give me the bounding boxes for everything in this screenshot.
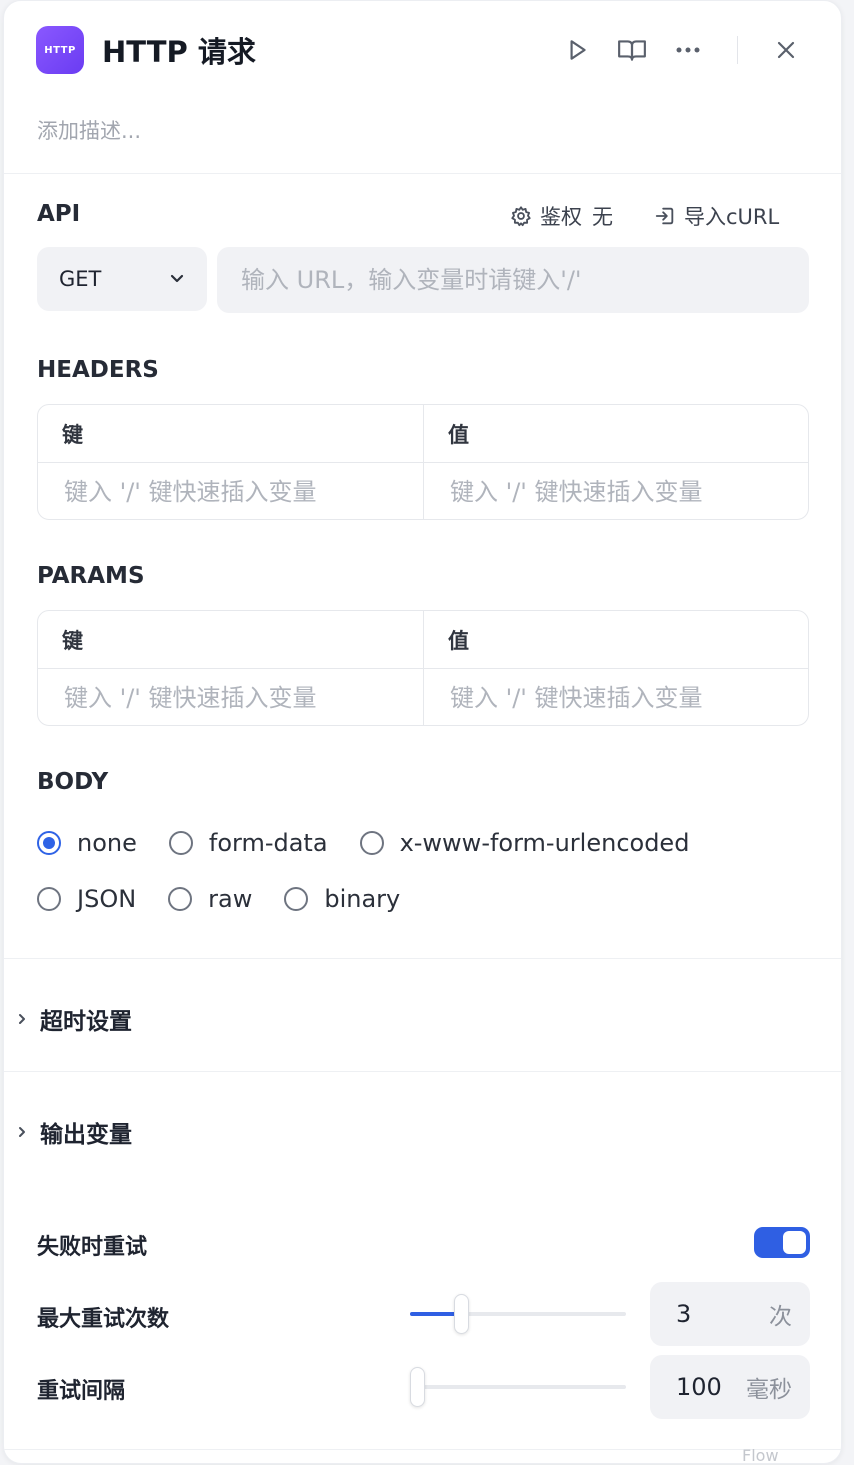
retry-toggle[interactable] — [754, 1227, 810, 1258]
params-key-column: 键 — [62, 628, 83, 653]
retry-interval-unit: 毫秒 — [746, 1377, 792, 1403]
max-retries-value: 3 — [676, 1300, 692, 1328]
bottom-separator — [4, 1449, 841, 1450]
radio-checked-icon — [37, 831, 61, 855]
params-section-label: PARAMS — [37, 563, 145, 589]
more-button[interactable] — [671, 33, 705, 67]
max-retries-input[interactable]: 3 次 — [650, 1282, 810, 1346]
timeout-settings-toggle[interactable]: 超时设置 — [16, 1002, 132, 1036]
radio-icon — [37, 887, 61, 911]
panel-header: HTTP HTTP 请求 添加描述... — [4, 1, 841, 173]
http-node-icon: HTTP — [36, 26, 84, 74]
body-option-label: JSON — [77, 885, 137, 913]
auth-button[interactable]: 鉴权 无 — [510, 201, 613, 231]
radio-icon — [168, 831, 193, 855]
headers-value-input[interactable] — [448, 476, 808, 507]
import-icon — [654, 205, 676, 227]
retry-interval-label: 重试间隔 — [37, 1379, 126, 1404]
headers-table-header: 键 值 — [38, 405, 808, 463]
run-button[interactable] — [560, 33, 594, 67]
params-value-column: 值 — [423, 611, 808, 668]
retry-interval-input[interactable]: 100 毫秒 — [650, 1355, 810, 1419]
timeout-settings-label: 超时设置 — [40, 1009, 132, 1035]
headers-table-row — [38, 463, 808, 519]
output-variables-label: 输出变量 — [40, 1122, 132, 1148]
headers-key-cell — [38, 463, 423, 519]
auth-label: 鉴权 — [540, 205, 582, 229]
radio-icon — [284, 887, 309, 911]
header-divider — [737, 36, 738, 64]
output-variables-toggle[interactable]: 输出变量 — [16, 1115, 132, 1149]
body-option-label: raw — [208, 885, 253, 913]
max-retries-label: 最大重试次数 — [37, 1307, 170, 1332]
params-table-row — [38, 669, 808, 725]
close-icon — [777, 41, 795, 59]
body-section-label: BODY — [37, 769, 109, 795]
toggle-knob — [783, 1231, 806, 1254]
api-section-label: API — [37, 201, 81, 227]
method-select[interactable]: GET — [37, 247, 207, 311]
body-option-x-www-form-urlencoded[interactable]: x-www-form-urlencoded — [359, 829, 690, 857]
headers-value-column: 值 — [423, 405, 808, 462]
params-key-input[interactable] — [62, 682, 423, 713]
headers-value-cell — [423, 463, 808, 519]
chevron-right-icon — [16, 1012, 36, 1026]
more-icon — [676, 47, 700, 53]
params-value-cell — [423, 669, 808, 725]
body-option-label: form-data — [208, 829, 328, 857]
body-option-none[interactable]: none — [37, 829, 137, 857]
auth-value: 无 — [592, 205, 613, 229]
headers-table: 键 值 — [37, 404, 809, 520]
method-value: GET — [59, 267, 102, 291]
http-request-panel: HTTP HTTP 请求 添加描述... API 鉴权 无 导入cURL GET… — [3, 0, 842, 1464]
description-field[interactable]: 添加描述... — [37, 115, 141, 145]
body-option-raw[interactable]: raw — [168, 885, 252, 913]
background-canvas-text: Flow — [742, 1446, 779, 1465]
body-type-row-1: none form-data x-www-form-urlencoded — [37, 829, 721, 857]
slider-thumb[interactable] — [410, 1367, 425, 1407]
body-type-row-2: JSON raw binary — [37, 885, 432, 913]
import-curl-button[interactable]: 导入cURL — [654, 201, 779, 231]
headers-key-column: 键 — [62, 422, 83, 447]
params-key-cell — [38, 669, 423, 725]
headers-key-input[interactable] — [62, 476, 423, 507]
body-option-label: binary — [324, 885, 401, 913]
body-separator — [4, 958, 841, 959]
body-option-label: none — [77, 829, 137, 857]
retry-interval-value: 100 — [676, 1373, 722, 1401]
header-separator — [4, 173, 841, 174]
retry-interval-slider[interactable] — [410, 1367, 626, 1407]
slider-thumb[interactable] — [454, 1294, 470, 1334]
max-retries-slider[interactable] — [410, 1294, 626, 1334]
headers-section-label: HEADERS — [37, 357, 159, 383]
params-table: 键 值 — [37, 610, 809, 726]
max-retries-unit: 次 — [769, 1304, 792, 1330]
radio-icon — [168, 887, 193, 911]
gear-icon — [510, 205, 532, 227]
chevron-down-icon — [170, 274, 184, 283]
docs-button[interactable] — [615, 33, 649, 67]
url-input[interactable] — [217, 247, 809, 313]
retry-on-failure-label: 失败时重试 — [37, 1235, 148, 1260]
radio-icon — [359, 831, 384, 855]
body-option-label: x-www-form-urlencoded — [399, 829, 690, 857]
play-icon — [570, 40, 586, 60]
params-table-header: 键 值 — [38, 611, 808, 669]
import-curl-label: 导入cURL — [684, 205, 780, 229]
params-value-input[interactable] — [448, 682, 808, 713]
close-button[interactable] — [769, 33, 803, 67]
body-option-binary[interactable]: binary — [284, 885, 400, 913]
timeout-separator — [4, 1071, 841, 1072]
book-icon — [618, 40, 646, 61]
body-option-form-data[interactable]: form-data — [168, 829, 328, 857]
body-option-json[interactable]: JSON — [37, 885, 136, 913]
node-title[interactable]: HTTP 请求 — [102, 29, 256, 71]
chevron-right-icon — [16, 1125, 36, 1139]
